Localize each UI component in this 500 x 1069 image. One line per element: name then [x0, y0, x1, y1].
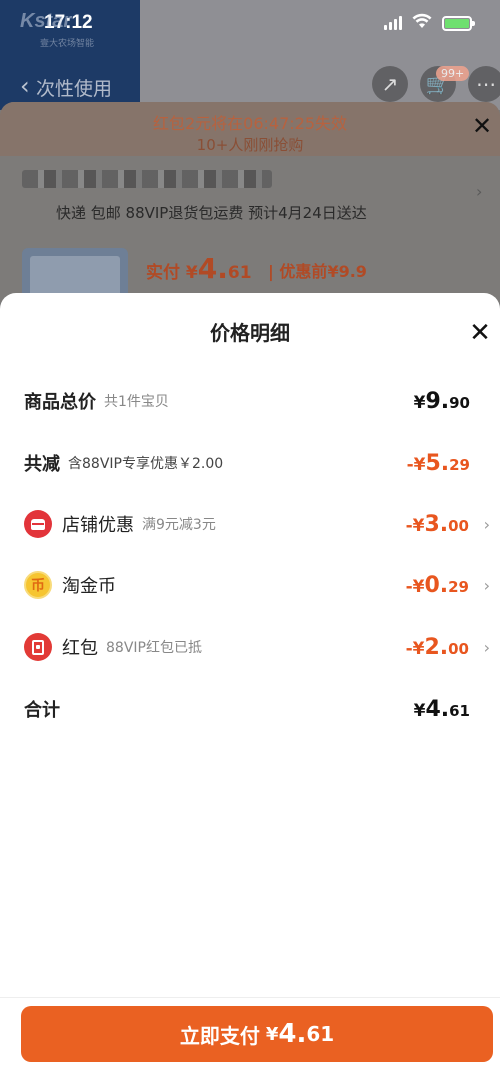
row-label: 合计 [24, 700, 60, 721]
promo-expiry-text: 红包2元将在06:47:25失效 [152, 114, 348, 133]
chevron-right-icon[interactable]: › [484, 638, 490, 657]
row-label: 红包 [62, 638, 98, 659]
wifi-icon [412, 13, 432, 33]
background-chevron-icon: › [476, 182, 483, 201]
coin-icon: 币 [24, 571, 52, 599]
pay-button-int: 4. [278, 1019, 307, 1049]
row-amount: -¥2.00 [405, 634, 469, 660]
more-icon: ⋯ [468, 66, 500, 102]
background-product-thumbnail-detail [30, 256, 120, 296]
row-grand-total: 合计 ¥4.61 [0, 689, 500, 729]
background-promo-banner: 红包2元将在06:47:25失效 10+人刚刚抢购 [0, 102, 500, 156]
red-packet-icon [24, 633, 52, 661]
status-icons [384, 13, 475, 33]
pay-now-button[interactable]: 立即支付 ¥4. 61 [21, 1006, 493, 1062]
background-shipping-info: 快递 包邮 88VIP退货包运费 预计4月24日送达 [56, 204, 367, 222]
row-amount: ¥4.61 [413, 696, 470, 722]
row-sub: 88VIP红包已抵 [106, 640, 202, 656]
row-sub: 含88VIP专享优惠￥2.00 [68, 456, 224, 472]
blurred-address [22, 170, 272, 188]
row-amount: ¥9.90 [413, 388, 470, 414]
sheet-title: 价格明细 [210, 321, 290, 345]
row-store-discount[interactable]: 店铺优惠 满9元减3元 -¥3.00 › [0, 504, 500, 544]
row-label: 店铺优惠 [62, 515, 134, 536]
row-goods-total: 商品总价 共1件宝贝 ¥9.90 [0, 381, 500, 421]
row-taojinbi[interactable]: 币 淘金币 -¥0.29 › [0, 565, 500, 605]
price-detail-sheet: 价格明细 ✕ 商品总价 共1件宝贝 ¥9.90 共减 含88VIP专享优惠￥2.… [0, 293, 500, 1069]
cart-badge: 99+ [436, 66, 470, 81]
background-pre-discount-price: | 优惠前¥9.9 [268, 262, 367, 281]
row-sub: 共1件宝贝 [104, 394, 169, 410]
chevron-right-icon[interactable]: › [484, 515, 490, 534]
close-icon[interactable]: ✕ [466, 319, 494, 347]
background-close-icon: ✕ [472, 112, 493, 140]
row-total-discount: 共减 含88VIP专享优惠￥2.00 -¥5.29 [0, 443, 500, 483]
row-amount: -¥3.00 [405, 511, 469, 537]
row-amount: -¥0.29 [405, 572, 469, 598]
row-label: 共减 [24, 454, 60, 475]
battery-icon [442, 15, 475, 31]
row-red-packet[interactable]: 红包 88VIP红包已抵 -¥2.00 › [0, 627, 500, 667]
row-label: 淘金币 [62, 576, 116, 597]
pay-button-dec: 61 [306, 1022, 335, 1046]
background-nav-title: 次性使用 [36, 78, 113, 100]
background-nav: ‹ 次性使用 ↗ 🛒 ⋯ [0, 62, 500, 106]
row-label: 商品总价 [24, 392, 96, 413]
background-paid-price: 实付 ¥4.61 [146, 252, 252, 285]
row-amount: -¥5.29 [406, 450, 470, 476]
back-arrow-icon: ‹ [20, 72, 30, 100]
brand-logo-sub: 壹大农场智能 [40, 39, 95, 49]
row-sub: 满9元减3元 [142, 517, 216, 533]
promo-buyers-text: 10+人刚刚抢购 [196, 136, 304, 154]
share-icon: ↗ [372, 66, 408, 102]
signal-icon [384, 16, 402, 30]
pay-button-label: 立即支付 [179, 1023, 260, 1048]
pay-button-yen: ¥ [265, 1023, 279, 1045]
chevron-right-icon[interactable]: › [484, 576, 490, 595]
store-icon [24, 510, 52, 538]
